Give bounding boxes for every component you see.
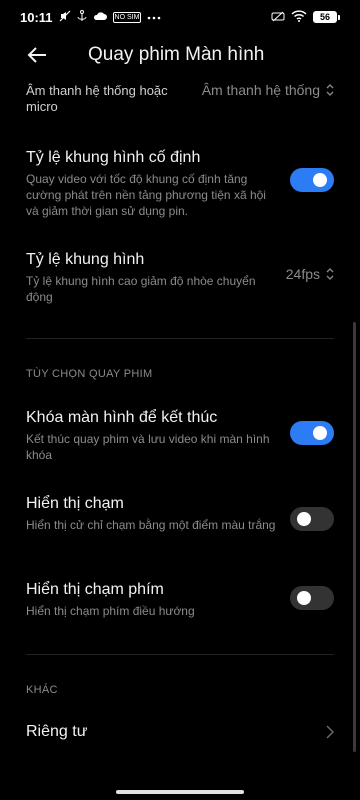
show-key-presses-title: Hiển thị chạm phím xyxy=(26,581,164,598)
divider xyxy=(26,338,334,339)
show-key-presses-toggle[interactable] xyxy=(290,586,334,610)
show-key-presses-description: Hiển thị chạm phím điều hướng xyxy=(26,604,195,618)
status-right: 56 xyxy=(271,9,340,25)
frame-rate-title: Tỷ lệ khung hình xyxy=(26,251,145,268)
toggle-knob xyxy=(297,591,311,605)
fixed-frame-rate-row[interactable]: Tỷ lệ khung hình cố định Quay video với … xyxy=(0,148,360,219)
frame-rate-description: Tỷ lệ khung hình cao giảm độ nhòe chuyển… xyxy=(26,274,256,304)
signal-off-icon xyxy=(271,10,285,25)
frame-rate-text: Tỷ lệ khung hình Tỷ lệ khung hình cao gi… xyxy=(26,250,276,305)
frame-rate-select[interactable]: 24fps xyxy=(286,266,334,282)
sound-source-value: Âm thanh hệ thống xyxy=(201,82,320,98)
show-touches-title: Hiển thị chạm xyxy=(26,495,124,512)
status-left: 10:11 NO SIM xyxy=(20,9,161,25)
fixed-frame-rate-toggle[interactable] xyxy=(290,168,334,192)
back-button[interactable] xyxy=(22,40,52,70)
chevron-up-down-icon xyxy=(326,268,334,280)
back-arrow-icon xyxy=(27,47,46,63)
recording-options-label: TÙY CHỌN QUAY PHIM xyxy=(26,368,153,380)
sound-source-title: Âm thanh hệ thống hoặc micro xyxy=(26,83,168,114)
sound-source-select[interactable]: Âm thanh hệ thống xyxy=(202,82,334,98)
show-touches-row[interactable]: Hiển thị chạm Hiển thị cử chỉ chạm bằng … xyxy=(0,494,360,533)
badge-icon: NO SIM xyxy=(112,11,142,23)
page-title: Quay phim Màn hình xyxy=(88,44,265,65)
cloud-icon xyxy=(93,11,107,24)
home-indicator[interactable] xyxy=(116,790,244,794)
fixed-frame-rate-title: Tỷ lệ khung hình cố định xyxy=(26,149,201,166)
settings-list[interactable]: Âm thanh hệ thống hoặc micro Âm thanh hệ… xyxy=(0,76,360,800)
lock-to-stop-row[interactable]: Khóa màn hình để kết thúc Kết thúc quay … xyxy=(0,408,360,463)
anchor-icon xyxy=(77,9,87,25)
more-dots-icon xyxy=(147,12,161,23)
sound-source-row[interactable]: Âm thanh hệ thống hoặc micro Âm thanh hệ… xyxy=(0,80,360,115)
lock-to-stop-description: Kết thúc quay phim và lưu video khi màn … xyxy=(26,432,270,462)
frame-rate-row[interactable]: Tỷ lệ khung hình Tỷ lệ khung hình cao gi… xyxy=(0,250,360,305)
show-touches-toggle[interactable] xyxy=(290,507,334,531)
toggle-knob xyxy=(297,512,311,526)
lock-to-stop-title: Khóa màn hình để kết thúc xyxy=(26,409,218,426)
scrollbar[interactable] xyxy=(353,322,356,752)
no-sound-icon xyxy=(59,10,71,25)
fixed-frame-rate-text: Tỷ lệ khung hình cố định Quay video với … xyxy=(26,148,276,219)
frame-rate-value: 24fps xyxy=(285,266,320,282)
chevron-right-icon xyxy=(326,725,334,739)
chevron-up-down-icon xyxy=(326,84,334,96)
toggle-knob xyxy=(313,426,327,440)
battery-icon: 56 xyxy=(313,11,340,23)
battery-tip xyxy=(338,14,340,20)
status-bar: 10:11 NO SIM 56 xyxy=(0,0,360,34)
lock-to-stop-text: Khóa màn hình để kết thúc Kết thúc quay … xyxy=(26,408,276,463)
status-time: 10:11 xyxy=(20,9,53,25)
divider xyxy=(26,654,334,655)
other-label: KHÁC xyxy=(26,684,58,696)
fixed-frame-rate-description: Quay video với tốc độ khung cố định tăng… xyxy=(26,172,266,218)
show-key-presses-row[interactable]: Hiển thị chạm phím Hiển thị chạm phím đi… xyxy=(0,580,360,619)
privacy-row[interactable]: Riêng tư xyxy=(0,722,360,742)
lock-to-stop-toggle[interactable] xyxy=(290,421,334,445)
header: Quay phim Màn hình xyxy=(0,34,360,76)
privacy-title: Riêng tư xyxy=(26,723,88,740)
show-touches-description: Hiển thị cử chỉ chạm bằng một điểm màu t… xyxy=(26,518,276,532)
toggle-knob xyxy=(313,173,327,187)
show-key-presses-text: Hiển thị chạm phím Hiển thị chạm phím đi… xyxy=(26,580,276,619)
wifi-icon xyxy=(291,9,307,25)
show-touches-text: Hiển thị chạm Hiển thị cử chỉ chạm bằng … xyxy=(26,494,276,533)
battery-level: 56 xyxy=(313,11,337,23)
